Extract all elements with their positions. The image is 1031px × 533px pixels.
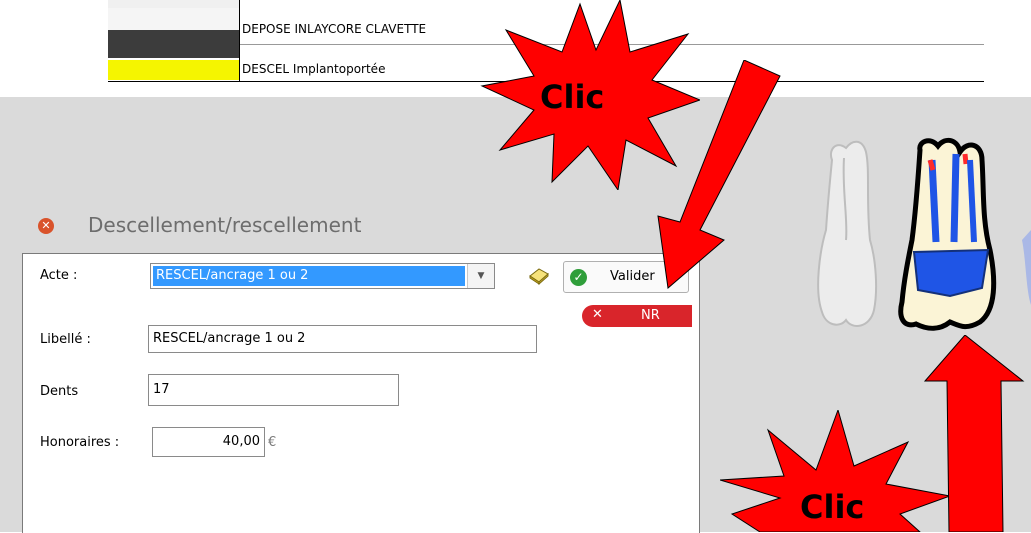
clic-label-top: Clic [540, 78, 605, 116]
honoraires-label: Honoraires : [40, 435, 120, 450]
dents-field[interactable]: 17 [148, 374, 399, 406]
honoraires-field[interactable]: 40,00 [152, 427, 265, 457]
list-item[interactable]: DEPOSE INLAYCORE CLAVETTE [242, 22, 426, 36]
book-icon[interactable] [528, 266, 550, 286]
arrow-to-valider [657, 60, 781, 289]
list-item[interactable]: DESCEL Implantoportée [242, 62, 385, 76]
tooth-diagram [817, 137, 1031, 331]
nr-button[interactable]: ✕ NR [582, 305, 692, 327]
acte-dropdown[interactable]: RESCEL/ancrage 1 ou 2 ▼ [150, 263, 495, 289]
list-divider [239, 0, 240, 82]
arrow-to-tooth [923, 335, 1025, 532]
dropdown-arrow-icon[interactable]: ▼ [467, 264, 494, 288]
swatch-dark [108, 30, 239, 58]
clic-label-bottom: Clic [800, 488, 865, 526]
libelle-label: Libellé : [40, 332, 91, 347]
swatch-light [108, 0, 239, 8]
x-icon: ✕ [592, 307, 603, 322]
nr-label: NR [641, 308, 660, 323]
swatch-yellow [108, 60, 239, 80]
dialog-title: Descellement/rescellement [88, 213, 362, 237]
tooth-16[interactable] [817, 140, 878, 327]
swatch-gray-strip [108, 8, 239, 30]
check-icon: ✓ [570, 269, 587, 286]
currency-symbol: € [268, 435, 277, 450]
acte-selected-value: RESCEL/ancrage 1 ou 2 [153, 266, 465, 286]
close-icon[interactable]: ✕ [38, 218, 54, 234]
libelle-field[interactable]: RESCEL/ancrage 1 ou 2 [148, 325, 537, 353]
tooth-17[interactable] [898, 137, 997, 331]
dents-label: Dents [40, 384, 79, 399]
acte-label: Acte : [40, 268, 78, 283]
